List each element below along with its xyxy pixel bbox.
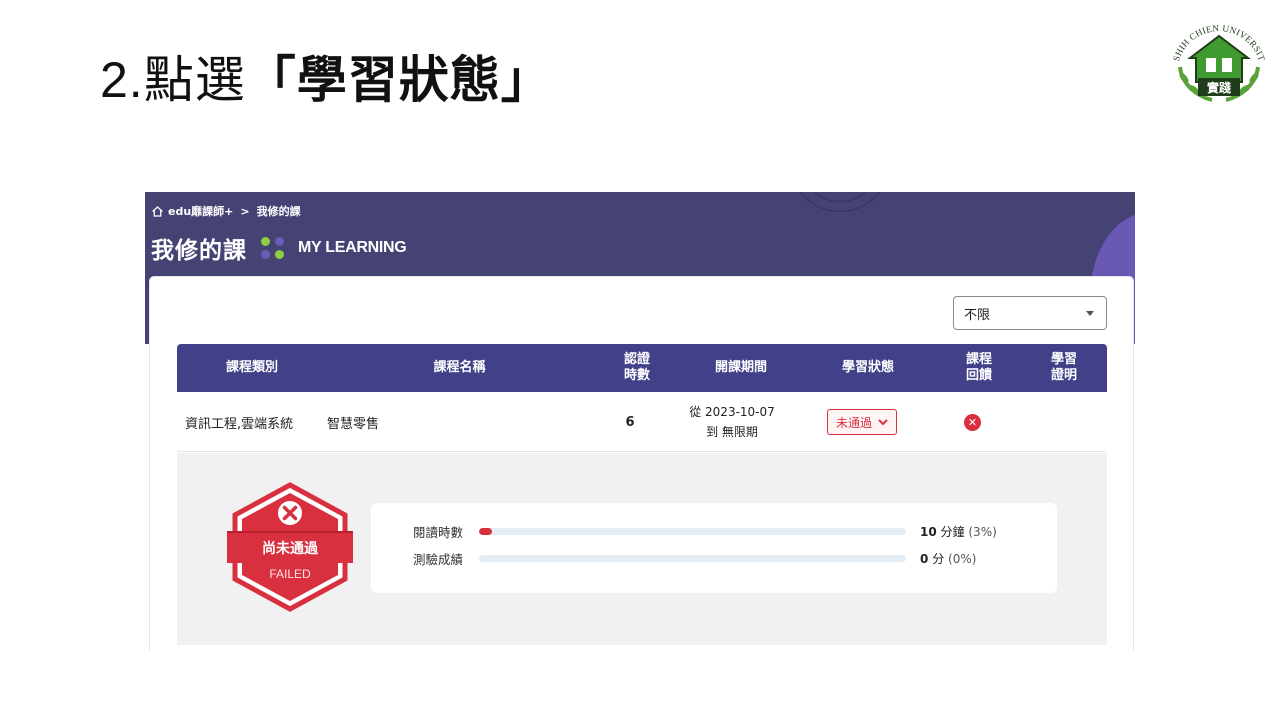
page-title: 我修的課 bbox=[151, 238, 247, 264]
header-category: 課程類別 bbox=[225, 360, 278, 375]
progress-value-number: 10 bbox=[920, 524, 937, 539]
header-course-name: 課程名稱 bbox=[433, 360, 486, 375]
dot bbox=[261, 250, 270, 259]
progress-label: 測驗成績 bbox=[413, 551, 464, 567]
course-card: 不限 課程類別 課程名稱 認證 時數 開課期間 學習狀態 課程 回饋 學習 證明… bbox=[149, 276, 1134, 650]
breadcrumb-separator: > bbox=[240, 204, 250, 218]
badge-status-en: FAILED bbox=[269, 567, 311, 581]
progress-track bbox=[479, 527, 906, 535]
course-category: 資訊工程,雲端系統 bbox=[185, 416, 294, 432]
x-circle-icon[interactable]: ✕ bbox=[964, 413, 981, 431]
status-detail-panel: 尚未通過 FAILED 閱讀時數 10 分鐘 (3%) 測驗成績 0 分 (0%… bbox=[177, 453, 1107, 645]
header-feedback-line2: 回饋 bbox=[965, 368, 992, 383]
slide-title: 2. 點選 「學習狀態」 bbox=[100, 40, 552, 112]
header-hours-line1: 認證 bbox=[623, 352, 650, 367]
breadcrumb-site-link[interactable]: edu靡課師+ bbox=[168, 203, 233, 219]
progress-value-unit: 分 bbox=[932, 551, 945, 566]
progress-label: 閱讀時數 bbox=[413, 524, 464, 540]
progress-fill bbox=[479, 527, 492, 535]
header-certificate: 學習 證明 bbox=[1033, 344, 1095, 392]
progress-value-unit: 分鐘 bbox=[940, 524, 965, 539]
failed-badge: 尚未通過 FAILED bbox=[227, 482, 353, 612]
logo-plaque-text: 實踐 bbox=[1207, 80, 1231, 95]
progress-value: 0 分 (0%) bbox=[920, 550, 976, 567]
progress-value: 10 分鐘 (3%) bbox=[920, 523, 997, 540]
page-subtitle: MY LEARNING bbox=[298, 239, 407, 256]
page-heading: 我修的課 MY LEARNING bbox=[151, 231, 407, 265]
status-label: 未通過 bbox=[836, 415, 873, 430]
course-hours: 6 bbox=[625, 414, 635, 430]
quiz-score-row: 測驗成績 0 分 (0%) bbox=[413, 548, 976, 568]
table-header: 課程類別 課程名稱 認證 時數 開課期間 學習狀態 課程 回饋 學習 證明 bbox=[177, 344, 1107, 392]
university-logo: SHIH CHIEN UNIVERSITY 實踐 bbox=[1168, 12, 1267, 102]
presentation-slide: 2. 點選 「學習狀態」 SHIH CHIEN UNIVERSITY 實踐 bbox=[0, 0, 1280, 720]
header-feedback-line1: 課程 bbox=[965, 352, 992, 367]
app-screenshot: edu靡課師+ > 我修的課 我修的課 MY LEARNING 不限 課程類別 … bbox=[145, 192, 1135, 650]
progress-value-number: 0 bbox=[920, 551, 929, 566]
progress-value-pct: (3%) bbox=[968, 524, 997, 539]
badge-status-zh: 尚未通過 bbox=[262, 540, 319, 557]
header-feedback: 課程 回饋 bbox=[947, 344, 1011, 392]
reading-hours-row: 閱讀時數 10 分鐘 (3%) bbox=[413, 521, 997, 541]
header-cert-line2: 證明 bbox=[1050, 368, 1077, 383]
header-hours-line2: 時數 bbox=[623, 368, 650, 383]
dot bbox=[261, 237, 270, 246]
status-cell: 未通過 bbox=[827, 392, 898, 452]
filter-select[interactable]: 不限 bbox=[953, 296, 1107, 330]
breadcrumb: edu靡課師+ > 我修的課 bbox=[151, 203, 301, 219]
header-cert-line1: 學習 bbox=[1050, 352, 1077, 367]
slide-step-number: 2. bbox=[100, 52, 144, 108]
filter-selected-value: 不限 bbox=[964, 307, 991, 323]
header-status: 學習狀態 bbox=[841, 360, 894, 375]
dot bbox=[275, 250, 284, 259]
period-from: 從 2023-10-07 bbox=[689, 405, 775, 419]
slide-verb: 點選 bbox=[143, 51, 246, 109]
progress-track bbox=[479, 554, 906, 562]
feedback-cell: ✕ bbox=[964, 392, 981, 452]
home-icon[interactable] bbox=[151, 205, 164, 218]
dot bbox=[275, 237, 284, 246]
period-to: 到 無限期 bbox=[706, 425, 758, 439]
course-name[interactable]: 智慧零售 bbox=[327, 392, 379, 452]
header-hours: 認證 時數 bbox=[602, 344, 672, 392]
learning-status-button[interactable]: 未通過 bbox=[827, 409, 898, 435]
table-row: 資訊工程,雲端系統 智慧零售 6 從 2023-10-07 到 無限期 未通過 … bbox=[177, 392, 1107, 452]
progress-box: 閱讀時數 10 分鐘 (3%) 測驗成績 0 分 (0%) bbox=[371, 503, 1057, 593]
chevron-down-icon bbox=[878, 418, 888, 425]
course-period: 從 2023-10-07 到 無限期 bbox=[682, 392, 782, 452]
dots-icon bbox=[261, 237, 284, 259]
progress-value-pct: (0%) bbox=[948, 551, 977, 566]
breadcrumb-current: 我修的課 bbox=[256, 205, 301, 218]
slide-highlight: 「學習狀態」 bbox=[245, 51, 552, 109]
chevron-down-icon bbox=[1086, 310, 1094, 316]
header-period: 開課期間 bbox=[714, 360, 767, 375]
